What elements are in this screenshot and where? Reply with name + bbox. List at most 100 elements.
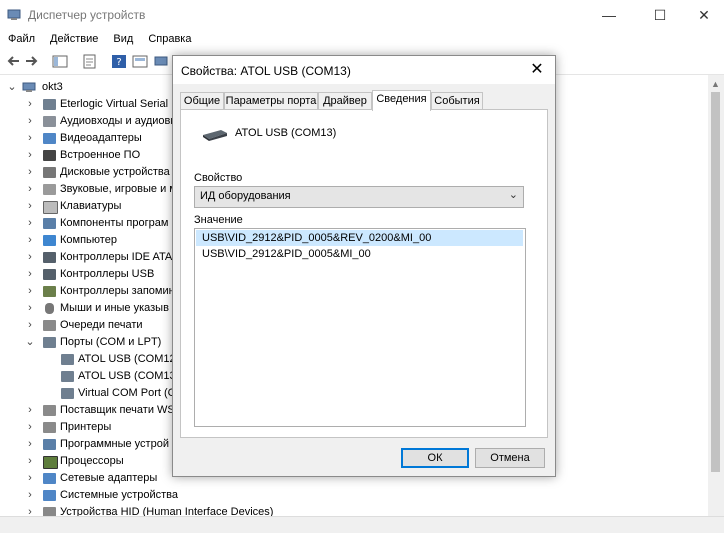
chevron-right-icon[interactable]: › [25,317,35,334]
keyboard-icon [43,201,58,214]
tree-item-label: Очереди печати [60,319,143,331]
chevron-right-icon[interactable]: › [25,487,35,504]
device-name: ATOL USB (COM13) [235,127,337,139]
chevron-right-icon[interactable]: › [25,147,35,164]
menu-bar: Файл Действие Вид Справка [0,30,724,50]
properties-icon[interactable] [82,54,98,69]
tree-item-label: Поставщик печати WS [60,404,175,416]
scroll-up-icon[interactable]: ▲ [711,79,720,89]
chevron-right-icon[interactable]: › [25,266,35,283]
value-list-item[interactable]: USB\VID_2912&PID_0005&MI_00 [196,246,523,262]
tab-general[interactable]: Общие [180,92,224,110]
maximize-button[interactable]: ☐ [637,0,683,30]
disk-drive-icon [43,167,56,178]
help-icon[interactable]: ? [111,54,127,69]
chevron-down-icon[interactable]: ⌄ [7,79,17,96]
tree-item-label: Звуковые, игровые и м [60,183,177,195]
printer-icon [43,405,56,416]
ide-controller-icon [43,252,56,263]
chevron-down-icon: ⌄ [508,189,518,201]
ok-button[interactable]: ОК [401,448,469,468]
property-label: Свойство [194,172,243,184]
scroll-thumb[interactable] [711,92,720,472]
software-device-icon [43,439,56,450]
forward-arrow-icon[interactable] [24,54,40,69]
tab-port-settings[interactable]: Параметры порта [224,92,318,110]
chevron-right-icon[interactable]: › [25,300,35,317]
menu-help[interactable]: Справка [140,30,198,50]
chevron-down-icon[interactable]: ⌄ [25,334,35,351]
chevron-right-icon[interactable]: › [25,402,35,419]
tree-item-label: Контроллеры запомин [60,285,175,297]
minimize-button[interactable]: — [586,0,632,30]
property-select[interactable]: ИД оборудования ⌄ [194,186,524,208]
close-button[interactable]: ✕ [681,0,724,30]
scan-hardware-icon[interactable] [153,54,169,69]
tree-item-label: Компьютер [60,234,117,246]
tree-item-label: Клавиатуры [60,200,122,212]
serial-port-icon [43,99,56,110]
tree-item-label: Встроенное ПО [60,149,141,161]
storage-controller-icon [43,286,56,297]
mouse-icon [45,303,54,314]
chevron-right-icon[interactable]: › [25,283,35,300]
tree-item-label: Программные устрой [60,438,169,450]
svg-text:?: ? [116,57,121,68]
chevron-right-icon[interactable]: › [25,164,35,181]
processor-icon [43,456,58,469]
dialog-close-button[interactable]: ✕ [525,59,549,81]
tree-item-label: ATOL USB (COM12) [78,353,180,365]
properties-dialog: Свойства: ATOL USB (COM13) ✕ Общие Парам… [172,55,556,477]
tab-events[interactable]: События [431,92,483,110]
status-bar [0,516,724,533]
property-select-value: ИД оборудования [200,190,291,202]
cancel-button[interactable]: Отмена [475,448,545,468]
tree-item-label: Компоненты програм [60,217,169,229]
tree-item-label: Видеоадаптеры [60,132,142,144]
console-tree-icon[interactable] [52,54,68,69]
menu-action[interactable]: Действие [42,30,105,50]
print-queue-icon [43,320,56,331]
printer-icon [43,422,56,433]
menu-file[interactable]: Файл [0,30,42,50]
tree-item-label: Системные устройства [60,489,179,501]
dialog-title: Свойства: ATOL USB (COM13) [181,64,351,78]
display-adapter-icon [43,133,56,144]
chevron-right-icon[interactable]: › [25,470,35,487]
chevron-right-icon[interactable]: › [25,249,35,266]
chevron-right-icon[interactable]: › [25,181,35,198]
chevron-right-icon[interactable]: › [25,198,35,215]
title-bar: Диспетчер устройств — ☐ ✕ [0,0,724,30]
chevron-right-icon[interactable]: › [25,436,35,453]
firmware-icon [43,150,56,161]
tab-driver[interactable]: Драйвер [318,92,372,110]
menu-view[interactable]: Вид [105,30,140,50]
sound-icon [43,184,56,195]
port-icon [61,354,74,365]
tree-item-label: Процессоры [60,455,124,467]
chevron-right-icon[interactable]: › [25,113,35,130]
tree-item-label: Порты (COM и LPT) [60,336,162,348]
view-icon[interactable] [132,54,148,69]
chevron-right-icon[interactable]: › [25,419,35,436]
usb-port-device-icon [203,130,227,141]
tree-item-label: Сетевые адаптеры [60,472,158,484]
tree-item-label: Мыши и иные указыв [60,302,169,314]
usb-controller-icon [43,269,56,280]
chevron-right-icon[interactable]: › [25,130,35,147]
tab-details[interactable]: Сведения [372,90,431,111]
computer-icon [22,82,36,92]
back-arrow-icon[interactable] [5,54,21,69]
tree-item-label: Virtual COM Port (C [78,387,176,399]
chevron-right-icon[interactable]: › [25,453,35,470]
device-manager-icon [7,9,21,20]
software-component-icon [43,218,56,229]
audio-icon [43,116,56,127]
chevron-right-icon[interactable]: › [25,215,35,232]
chevron-right-icon[interactable]: › [25,96,35,113]
value-list[interactable]: USB\VID_2912&PID_0005&REV_0200&MI_00 USB… [194,228,526,427]
value-list-item[interactable]: USB\VID_2912&PID_0005&REV_0200&MI_00 [196,230,523,246]
chevron-right-icon[interactable]: › [25,232,35,249]
port-icon [43,337,56,348]
tree-item-label: Контроллеры USB [60,268,155,280]
